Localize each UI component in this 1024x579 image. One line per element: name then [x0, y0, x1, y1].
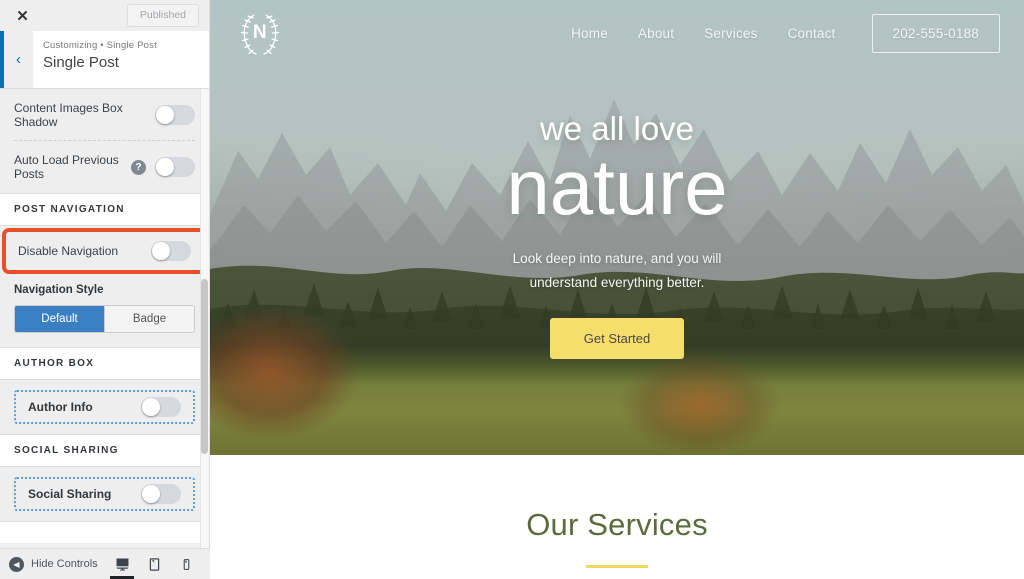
control-right — [155, 105, 195, 125]
site-nav: Home About Services Contact 202-555-0188 — [571, 13, 1000, 53]
site-header: N Home About Services Contact 202-555-01… — [210, 0, 1024, 66]
navigation-style-option-badge[interactable]: Badge — [104, 306, 194, 332]
desktop-icon[interactable] — [110, 554, 134, 579]
sidebar-scrollbar-thumb[interactable] — [201, 279, 208, 454]
get-started-button[interactable]: Get Started — [549, 318, 685, 360]
toggle-auto-load-previous-posts[interactable] — [155, 157, 195, 177]
services-underline — [586, 565, 648, 568]
customizer-footer: ◀ Hide Controls — [0, 548, 210, 579]
panel-bottom-spacer — [0, 521, 209, 543]
navigation-style-buttons: Default Badge — [14, 305, 195, 333]
section-header-social-sharing: SOCIAL SHARING — [0, 434, 209, 467]
nav-item-contact[interactable]: Contact — [788, 26, 836, 41]
control-right — [151, 241, 191, 261]
hero-subtext: Look deep into nature, and you will unde… — [210, 247, 1024, 294]
logo-letter: N — [252, 22, 268, 43]
control-label: Social Sharing — [28, 487, 112, 501]
tablet-icon[interactable] — [145, 554, 163, 574]
hide-controls-label: Hide Controls — [31, 558, 98, 570]
toggle-content-images-box-shadow[interactable] — [155, 105, 195, 125]
section-header-post-navigation: POST NAVIGATION — [0, 193, 209, 226]
laurel-wreath-icon[interactable]: N — [234, 7, 286, 59]
control-right: ? — [131, 157, 195, 177]
hero-subtext-line1: Look deep into nature, and you will — [512, 250, 722, 266]
hero-content: we all love nature Look deep into nature… — [210, 110, 1024, 360]
hero-subtext-line2: understand everything better. — [529, 274, 705, 290]
sidebar-scrollbar[interactable] — [200, 89, 209, 548]
toggle-knob — [142, 485, 160, 503]
control-label: Content Images Box Shadow — [14, 101, 123, 129]
hero-eyebrow: we all love — [539, 110, 695, 147]
toggle-disable-navigation[interactable] — [151, 241, 191, 261]
back-chevron-icon[interactable]: ‹ — [0, 31, 33, 88]
services-section: Our Services — [210, 455, 1024, 579]
navigation-style-option-default[interactable]: Default — [15, 306, 104, 332]
site-preview[interactable]: N Home About Services Contact 202-555-01… — [210, 0, 1024, 579]
toggle-social-sharing[interactable] — [141, 484, 181, 504]
collapse-arrow-icon: ◀ — [9, 556, 24, 572]
publish-button[interactable]: Published — [126, 4, 199, 27]
control-label: Author Info — [28, 400, 93, 414]
toggle-author-info[interactable] — [141, 397, 181, 417]
control-content-images-box-shadow[interactable]: Content Images Box Shadow — [0, 89, 209, 141]
close-icon[interactable]: ✕ — [0, 0, 45, 31]
device-preview-switcher — [110, 554, 201, 579]
navigation-style-label: Navigation Style — [14, 284, 104, 296]
toggle-knob — [156, 158, 174, 176]
toggle-knob — [152, 242, 170, 260]
customizer-sidebar: ✕ Published ‹ Customizing • Single Post … — [0, 0, 210, 579]
control-social-sharing[interactable]: Social Sharing — [14, 477, 195, 511]
control-label: Disable Navigation — [18, 244, 119, 258]
control-navigation-style: Navigation Style Default Badge — [0, 276, 209, 347]
panel-titles: Customizing • Single Post Single Post — [33, 31, 157, 88]
customizer-screen: ✕ Published ‹ Customizing • Single Post … — [0, 0, 1024, 579]
section-header-author-box: AUTHOR BOX — [0, 347, 209, 380]
panel-body: Content Images Box Shadow Auto Load Prev… — [0, 89, 209, 548]
control-auto-load-previous-posts[interactable]: Auto Load Previous Posts ? — [0, 141, 209, 193]
mobile-icon[interactable] — [177, 554, 195, 574]
page-title: Single Post — [43, 54, 119, 72]
control-disable-navigation[interactable]: Disable Navigation — [2, 228, 207, 274]
services-title: Our Services — [526, 507, 708, 542]
panel-header: ‹ Customizing • Single Post Single Post — [0, 31, 209, 89]
breadcrumb: Customizing • Single Post — [43, 40, 157, 51]
nav-item-services[interactable]: Services — [704, 26, 757, 41]
toggle-knob — [142, 398, 160, 416]
hero-section: N Home About Services Contact 202-555-01… — [210, 0, 1024, 455]
control-author-info[interactable]: Author Info — [14, 390, 195, 424]
toggle-knob — [156, 106, 174, 124]
nav-item-about[interactable]: About — [638, 26, 674, 41]
hero-headline: nature — [506, 143, 728, 231]
help-icon[interactable]: ? — [131, 159, 146, 175]
control-label: Auto Load Previous Posts — [14, 153, 119, 181]
control-right — [141, 484, 181, 504]
control-right — [141, 397, 181, 417]
nav-item-home[interactable]: Home — [571, 26, 608, 41]
customizer-topbar: ✕ Published — [0, 0, 209, 31]
phone-button[interactable]: 202-555-0188 — [871, 13, 1000, 53]
hide-controls-button[interactable]: ◀ Hide Controls — [9, 556, 98, 572]
